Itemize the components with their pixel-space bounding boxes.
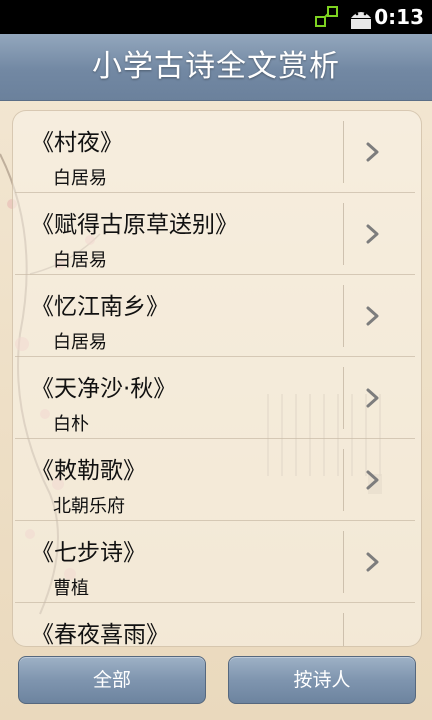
page-title: 小学古诗全文赏析 — [92, 49, 340, 84]
poem-list-item[interactable]: 《村夜》 白居易 — [13, 111, 421, 193]
poem-title: 《村夜》 — [31, 130, 123, 156]
poem-title: 《赋得古原草送别》 — [31, 212, 238, 238]
chevron-right-icon — [366, 142, 379, 162]
poem-title: 《敕勒歌》 — [31, 458, 146, 484]
poem-list-item[interactable]: 《天净沙·秋》 白朴 — [13, 357, 421, 439]
poem-title: 《忆江南乡》 — [31, 294, 169, 320]
chevron-right-icon — [366, 306, 379, 326]
poem-author: 北朝乐府 — [53, 496, 125, 517]
poem-author: 曹植 — [53, 578, 89, 599]
item-divider — [343, 449, 344, 511]
poem-list[interactable]: 《村夜》 白居易 《赋得古原草送别》 白居易 《忆江南乡》 白居易 《天净沙·秋… — [12, 110, 422, 647]
poem-list-item[interactable]: 《赋得古原草送别》 白居易 — [13, 193, 421, 275]
poem-title: 《七步诗》 — [31, 540, 146, 566]
item-divider — [343, 121, 344, 183]
poem-author: 白朴 — [53, 414, 89, 435]
item-divider — [343, 203, 344, 265]
poem-list-item[interactable]: 《七步诗》 曹植 — [13, 521, 421, 603]
item-divider — [343, 613, 344, 646]
title-bar: 小学古诗全文赏析 — [0, 34, 432, 101]
item-divider — [343, 367, 344, 429]
poem-author: 白居易 — [53, 168, 107, 189]
data-sync-icon — [315, 6, 338, 27]
poem-author: 白居易 — [53, 250, 107, 271]
poem-list-item[interactable]: 《忆江南乡》 白居易 — [13, 275, 421, 357]
poem-list-item[interactable]: 《敕勒歌》 北朝乐府 — [13, 439, 421, 521]
status-time: 0:13 — [374, 5, 424, 29]
chevron-right-icon — [366, 224, 379, 244]
item-divider — [343, 531, 344, 593]
poem-list-item[interactable]: 《春夜喜雨》 — [13, 603, 421, 647]
poem-author: 白居易 — [53, 332, 107, 353]
status-bar: 0:13 — [0, 0, 432, 34]
by-poet-button[interactable]: 按诗人 — [228, 656, 416, 704]
chevron-right-icon — [366, 552, 379, 572]
poem-title: 《天净沙·秋》 — [31, 376, 177, 402]
all-button[interactable]: 全部 — [18, 656, 206, 704]
chevron-right-icon — [366, 388, 379, 408]
item-divider — [343, 285, 344, 347]
android-icon — [351, 12, 371, 29]
poem-title: 《春夜喜雨》 — [31, 622, 169, 647]
chevron-right-icon — [366, 470, 379, 490]
